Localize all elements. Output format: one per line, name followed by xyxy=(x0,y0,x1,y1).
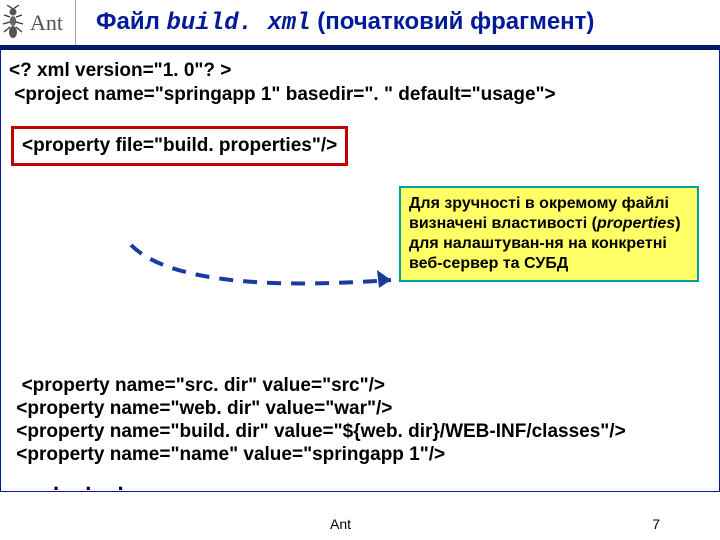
property-build-dir: <property name="build. dir" value="${web… xyxy=(11,421,709,443)
callout-box: Для зручності в окремому файлі визначені… xyxy=(399,186,699,282)
project-tag: <project name="springapp 1" basedir=". "… xyxy=(9,84,711,106)
slide-title: Файл build. xml (початковий фрагмент) xyxy=(96,8,594,37)
callout-properties-word: properties xyxy=(597,215,675,232)
property-block: <property name="src. dir" value="src"/> … xyxy=(11,375,709,496)
title-prefix: Файл xyxy=(96,8,167,35)
page-number: 7 xyxy=(652,516,660,532)
property-file-highlight: <property file="build. properties"/> xyxy=(11,126,348,166)
dashed-arrow xyxy=(121,240,401,310)
ant-icon xyxy=(2,5,24,40)
slide-header: Ant Файл build. xml (початковий фрагмент… xyxy=(0,0,720,50)
slide-content: <? xml version="1. 0"? > <project name="… xyxy=(0,50,720,492)
footer-label: Ant xyxy=(330,516,351,532)
title-file: build. xml xyxy=(167,10,311,37)
property-name: <property name="name" value="springapp 1… xyxy=(11,444,709,466)
logo-text: Ant xyxy=(30,10,63,36)
xml-declaration: <? xml version="1. 0"? > xyxy=(9,60,711,82)
logo-box: Ant xyxy=(2,0,76,45)
property-web-dir: <property name="web. dir" value="war"/> xyxy=(11,398,709,420)
slide-footer: Ant 7 xyxy=(0,516,720,532)
ellipsis: . . . xyxy=(53,470,709,496)
property-src-dir: <property name="src. dir" value="src"/> xyxy=(11,375,709,397)
title-suffix: (початковий фрагмент) xyxy=(311,8,595,35)
